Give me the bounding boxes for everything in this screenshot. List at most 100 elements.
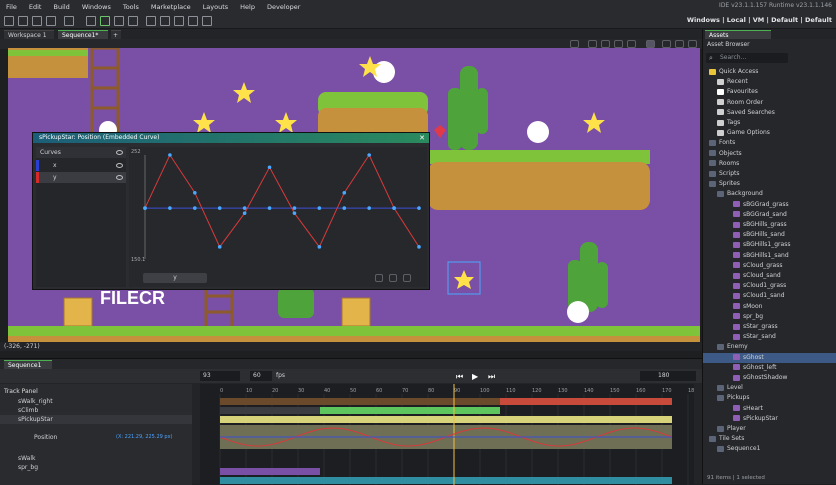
asset-item[interactable]: sMoon bbox=[703, 302, 836, 312]
grid-icon[interactable] bbox=[570, 40, 579, 48]
zoom-in-icon[interactable] bbox=[389, 274, 397, 282]
build-icon[interactable] bbox=[64, 16, 74, 26]
track-row[interactable]: spr_bg bbox=[0, 463, 192, 472]
zoom-reset-icon[interactable] bbox=[627, 40, 636, 48]
eye-icon[interactable] bbox=[116, 163, 123, 168]
save-all-icon[interactable] bbox=[46, 16, 56, 26]
settings-icon[interactable] bbox=[174, 16, 184, 26]
zoom-fit-icon[interactable] bbox=[614, 40, 623, 48]
asset-item[interactable]: Background bbox=[703, 189, 836, 199]
asset-item[interactable]: sBGHills1_sand bbox=[703, 251, 836, 261]
asset-item[interactable]: Tags bbox=[703, 118, 836, 128]
asset-item[interactable]: Scripts bbox=[703, 169, 836, 179]
reset-view-icon[interactable] bbox=[688, 40, 697, 48]
asset-item[interactable]: sStar_grass bbox=[703, 322, 836, 332]
asset-item[interactable]: sCloud1_sand bbox=[703, 291, 836, 301]
asset-item[interactable]: sStar_sand bbox=[703, 332, 836, 342]
asset-item[interactable]: sCloud1_grass bbox=[703, 281, 836, 291]
asset-item[interactable]: Enemy bbox=[703, 342, 836, 352]
pointer-icon[interactable] bbox=[662, 40, 671, 48]
sequence-length-input[interactable]: 180 bbox=[640, 371, 696, 381]
track-row[interactable]: sPickupStar bbox=[0, 415, 192, 424]
tab-assets[interactable]: Assets bbox=[705, 30, 771, 39]
asset-item[interactable]: Room Order bbox=[703, 98, 836, 108]
debug-icon[interactable] bbox=[114, 16, 124, 26]
tab-sequence[interactable]: Sequence1* bbox=[58, 30, 108, 39]
fit-icon[interactable] bbox=[403, 274, 411, 282]
fps-input[interactable]: 60 bbox=[250, 371, 272, 381]
selected-channel[interactable]: y bbox=[143, 273, 207, 283]
add-tab-button[interactable]: + bbox=[111, 30, 121, 39]
open-icon[interactable] bbox=[18, 16, 28, 26]
new-icon[interactable] bbox=[4, 16, 14, 26]
asset-item[interactable]: Fonts bbox=[703, 138, 836, 148]
curve-plot[interactable]: 252 150.1 y bbox=[129, 147, 427, 287]
pan-icon[interactable] bbox=[675, 40, 684, 48]
tab-workspace[interactable]: Workspace 1 bbox=[4, 30, 54, 39]
track-row[interactable]: sClimb bbox=[0, 406, 192, 415]
asset-item[interactable]: Rooms bbox=[703, 159, 836, 169]
asset-item[interactable]: sBGGrad_grass bbox=[703, 200, 836, 210]
asset-item[interactable]: Sequence1 bbox=[703, 444, 836, 454]
asset-item[interactable]: Tile Sets bbox=[703, 434, 836, 444]
asset-item[interactable]: sBGHills_sand bbox=[703, 230, 836, 240]
asset-item[interactable]: sHeart bbox=[703, 404, 836, 414]
menu-file[interactable]: File bbox=[0, 3, 23, 11]
eye-icon[interactable] bbox=[116, 175, 123, 180]
marketplace-icon[interactable] bbox=[202, 16, 212, 26]
clean-icon[interactable] bbox=[146, 16, 156, 26]
skip-start-icon[interactable]: ⏮ bbox=[456, 372, 463, 382]
asset-item[interactable]: sCloud_grass bbox=[703, 261, 836, 271]
asset-item[interactable]: sBGGrad_sand bbox=[703, 210, 836, 220]
stop-icon[interactable] bbox=[128, 16, 138, 26]
asset-search-input[interactable]: Search... bbox=[706, 53, 788, 63]
asset-item[interactable]: sCloud_sand bbox=[703, 271, 836, 281]
asset-item[interactable]: sGhostShadow bbox=[703, 373, 836, 383]
zoom-in-icon[interactable] bbox=[588, 40, 597, 48]
menu-tools[interactable]: Tools bbox=[117, 3, 145, 11]
zoom-out-icon[interactable] bbox=[375, 274, 383, 282]
asset-item[interactable]: Sprites bbox=[703, 179, 836, 189]
asset-item[interactable]: sGhost_left bbox=[703, 363, 836, 373]
curve-editor-title[interactable]: sPickupStar: Position (Embedded Curve) bbox=[33, 133, 429, 143]
close-icon[interactable]: ✕ bbox=[419, 134, 425, 142]
menu-help[interactable]: Help bbox=[234, 3, 261, 11]
track-row[interactable]: sWalk_right bbox=[0, 397, 192, 406]
asset-item[interactable]: Player bbox=[703, 424, 836, 434]
channel-y[interactable]: y bbox=[36, 172, 126, 183]
menu-windows[interactable]: Windows bbox=[76, 3, 117, 11]
preferences-icon[interactable] bbox=[188, 16, 198, 26]
asset-item[interactable]: sGhost bbox=[703, 352, 836, 363]
run-icon[interactable] bbox=[100, 16, 110, 26]
menu-marketplace[interactable]: Marketplace bbox=[145, 3, 197, 11]
asset-item[interactable]: sPickupStar bbox=[703, 414, 836, 424]
asset-item[interactable]: Recent bbox=[703, 77, 836, 87]
asset-item[interactable]: sBGHills1_grass bbox=[703, 240, 836, 250]
asset-item[interactable]: Pickups bbox=[703, 393, 836, 403]
asset-item[interactable]: spr_bg bbox=[703, 312, 836, 322]
target-environment[interactable]: Windows | Local | VM | Default | Default bbox=[687, 16, 832, 24]
timeline-tracks[interactable]: 0 10 20 30 40 50 60 70 80 90 100 110 120 130 140 150 160… bbox=[200, 384, 694, 485]
frame-input[interactable]: 93 bbox=[200, 371, 240, 381]
asset-item[interactable]: Level bbox=[703, 383, 836, 393]
skip-end-icon[interactable]: ⏭ bbox=[488, 372, 495, 382]
menu-developer[interactable]: Developer bbox=[261, 3, 306, 11]
channel-x[interactable]: x bbox=[36, 160, 126, 171]
target-icon[interactable] bbox=[160, 16, 170, 26]
select-tool-icon[interactable] bbox=[646, 40, 655, 48]
asset-item[interactable]: Objects bbox=[703, 149, 836, 159]
asset-item[interactable]: Favourites bbox=[703, 87, 836, 97]
play-icon[interactable]: ▶ bbox=[472, 372, 478, 381]
asset-item[interactable]: Saved Searches bbox=[703, 108, 836, 118]
save-icon[interactable] bbox=[32, 16, 42, 26]
asset-item[interactable]: Game Options bbox=[703, 128, 836, 138]
menu-build[interactable]: Build bbox=[47, 3, 75, 11]
tab-sequence1[interactable]: Sequence1 bbox=[4, 360, 52, 369]
menu-layouts[interactable]: Layouts bbox=[197, 3, 234, 11]
gamepad-icon[interactable] bbox=[86, 16, 96, 26]
eye-icon[interactable] bbox=[116, 150, 123, 155]
track-row[interactable]: sWalk bbox=[0, 454, 192, 463]
menu-edit[interactable]: Edit bbox=[23, 3, 48, 11]
asset-item[interactable]: sBGHills_grass bbox=[703, 220, 836, 230]
zoom-out-icon[interactable] bbox=[601, 40, 610, 48]
